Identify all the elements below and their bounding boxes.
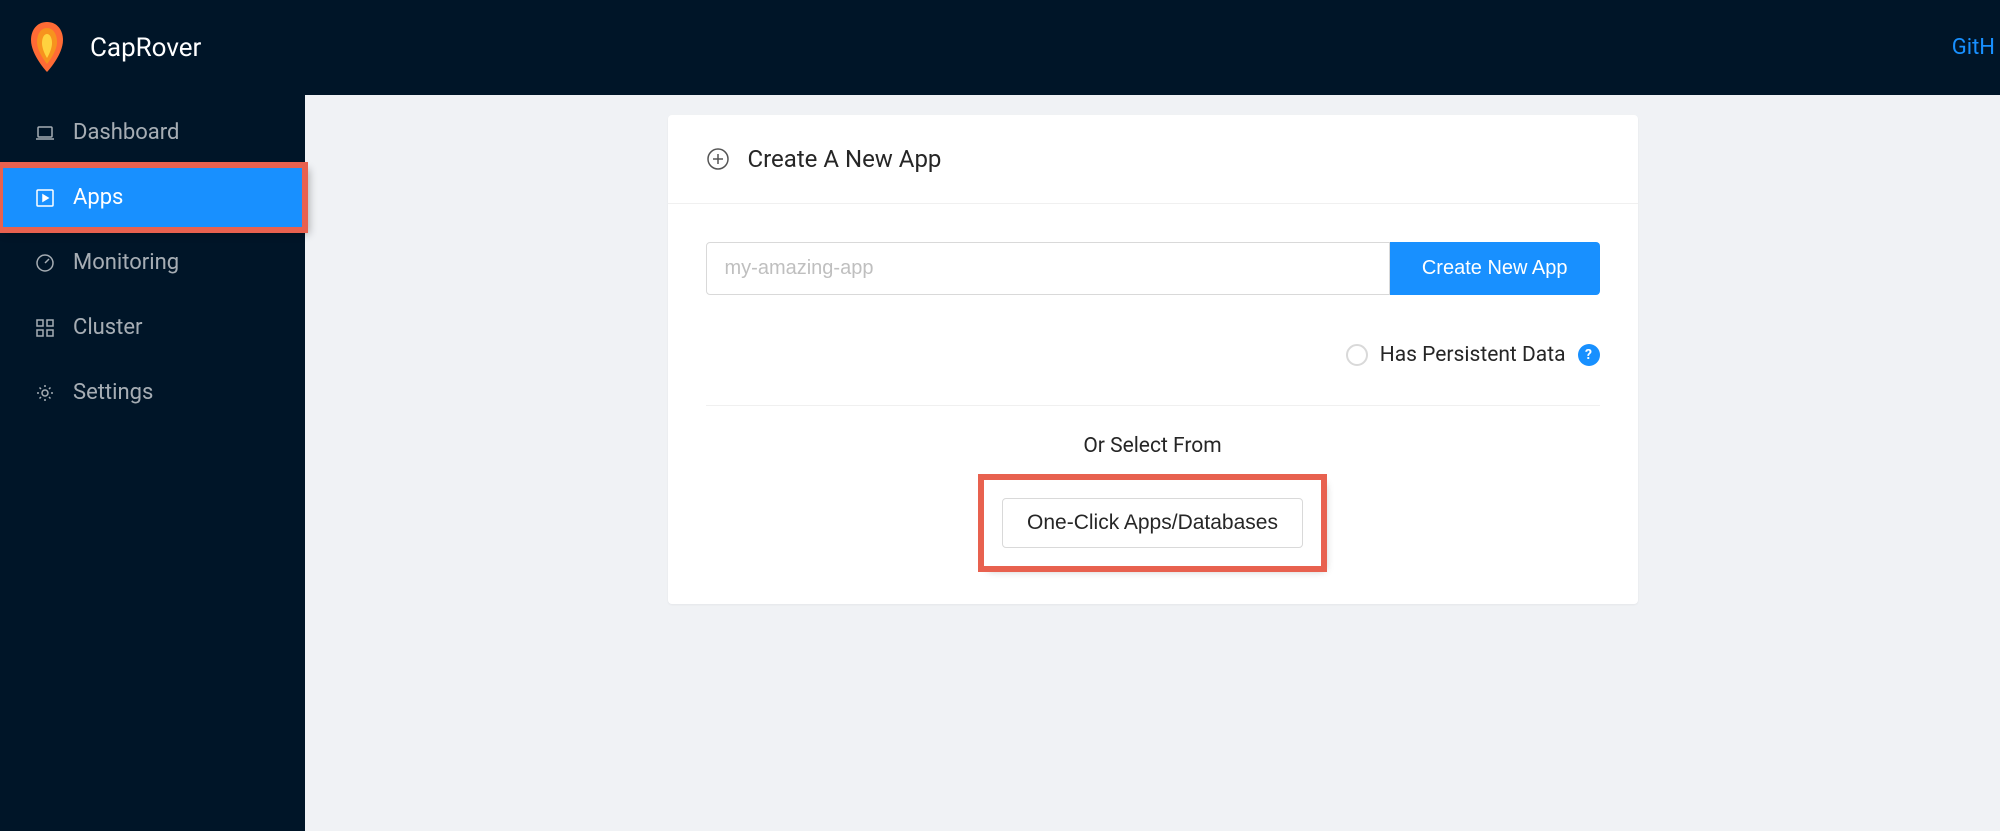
logo-wrap: CapRover bbox=[25, 20, 201, 75]
sidebar-item-dashboard[interactable]: Dashboard bbox=[0, 100, 305, 165]
sidebar-item-label: Dashboard bbox=[73, 120, 179, 145]
card-title: Create A New App bbox=[748, 145, 942, 173]
sidebar-item-label: Monitoring bbox=[73, 250, 179, 275]
sidebar-item-label: Settings bbox=[73, 380, 153, 405]
select-from-section: Or Select From One-Click Apps/Databases bbox=[706, 406, 1600, 566]
dashboard-icon bbox=[35, 253, 55, 273]
sidebar-item-cluster[interactable]: Cluster bbox=[0, 295, 305, 360]
cluster-icon bbox=[35, 318, 55, 338]
brand-name: CapRover bbox=[90, 33, 201, 63]
oneclick-highlight: One-Click Apps/Databases bbox=[984, 480, 1321, 566]
help-icon[interactable]: ? bbox=[1578, 344, 1600, 366]
play-square-icon bbox=[35, 188, 55, 208]
app-name-input[interactable] bbox=[706, 242, 1390, 295]
create-app-card: Create A New App Create New App Has Pers… bbox=[668, 115, 1638, 604]
caprover-logo-icon bbox=[25, 20, 70, 75]
github-link[interactable]: GitH bbox=[1952, 35, 2000, 60]
app-header: CapRover GitH bbox=[0, 0, 2000, 95]
sidebar-item-label: Cluster bbox=[73, 315, 142, 340]
sidebar-item-settings[interactable]: Settings bbox=[0, 360, 305, 425]
plus-circle-icon bbox=[706, 147, 730, 171]
app-create-row: Create New App bbox=[706, 242, 1600, 295]
card-body: Create New App Has Persistent Data ? Or … bbox=[668, 204, 1638, 604]
content-area: Create A New App Create New App Has Pers… bbox=[305, 95, 2000, 831]
sidebar-item-label: Apps bbox=[73, 185, 123, 210]
gear-icon bbox=[35, 383, 55, 403]
persistent-label: Has Persistent Data bbox=[1380, 343, 1566, 367]
sidebar-item-monitoring[interactable]: Monitoring bbox=[0, 230, 305, 295]
card-header: Create A New App bbox=[668, 115, 1638, 204]
persistent-checkbox[interactable] bbox=[1346, 344, 1368, 366]
select-from-label: Or Select From bbox=[706, 434, 1600, 458]
sidebar-item-apps[interactable]: Apps bbox=[0, 165, 305, 230]
persistent-row: Has Persistent Data ? bbox=[706, 343, 1600, 406]
laptop-icon bbox=[35, 123, 55, 143]
sidebar: Dashboard Apps Monitoring bbox=[0, 95, 305, 831]
oneclick-apps-button[interactable]: One-Click Apps/Databases bbox=[1002, 498, 1303, 548]
create-app-button[interactable]: Create New App bbox=[1390, 242, 1600, 295]
main-container: Dashboard Apps Monitoring bbox=[0, 95, 2000, 831]
